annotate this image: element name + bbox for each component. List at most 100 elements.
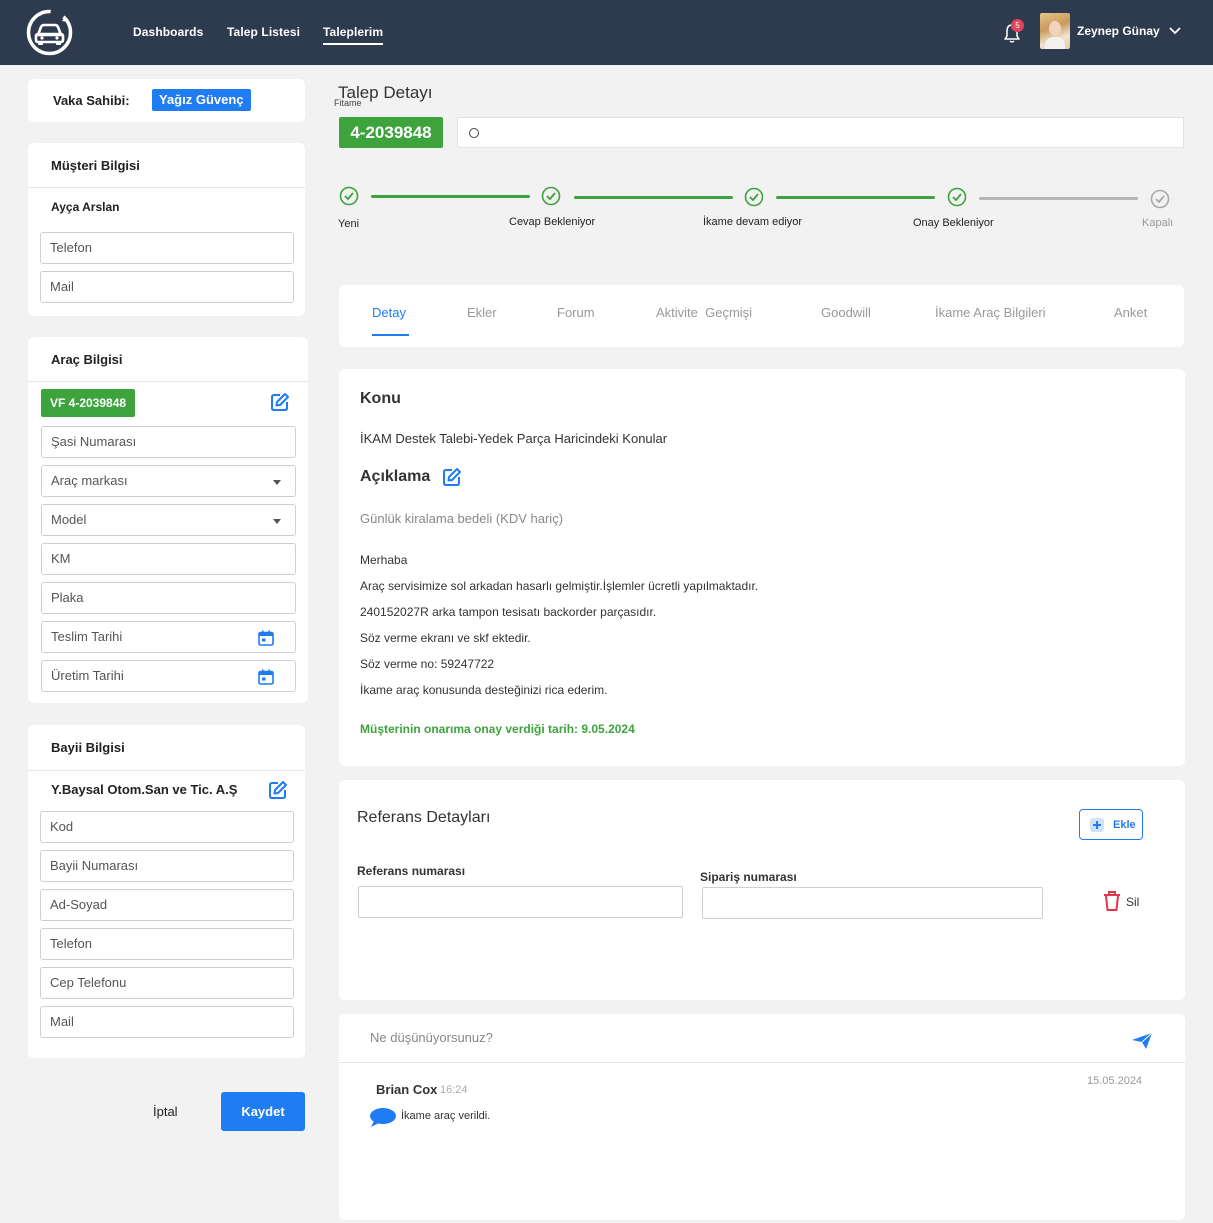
nav-talep-listesi[interactable]: Talep Listesi <box>227 25 300 39</box>
description-line: 240152027R arka tampon tesisatı backorde… <box>360 605 657 619</box>
case-owner-label: Vaka Sahibi: <box>53 93 130 108</box>
model-select[interactable]: Model <box>41 504 296 536</box>
tab-aktivite-gecmisi[interactable]: Aktivite Geçmişi <box>656 305 752 320</box>
plate-field[interactable]: Plaka <box>41 582 296 614</box>
dealer-title: Bayii Bilgisi <box>51 740 125 755</box>
send-icon[interactable] <box>1131 1032 1153 1050</box>
case-owner-badge: Yağız Güvenç <box>152 89 251 111</box>
comments-card: Ne düşünüyorsunuz? Brian Cox 16:24 15.05… <box>339 1014 1185 1220</box>
subject-title: Konu <box>360 390 401 407</box>
edit-icon[interactable] <box>268 780 288 800</box>
divider <box>28 770 305 771</box>
step-done-icon <box>541 186 561 206</box>
dealer-name: Y.Baysal Otom.San ve Tic. A.Ş <box>51 782 238 797</box>
ticket-search-bar[interactable] <box>457 117 1184 148</box>
comment-date: 15.05.2024 <box>1087 1075 1143 1087</box>
chevron-down-icon[interactable] <box>1168 26 1182 36</box>
description-hint: Günlük kiralama bedeli (KDV hariç) <box>360 511 564 526</box>
step-pending-icon <box>1150 189 1170 209</box>
step-label-yeni: Yeni <box>338 218 360 230</box>
vehicle-brand-select[interactable]: Araç markası <box>41 465 296 497</box>
active-tab-indicator <box>372 334 409 336</box>
delivery-date-placeholder: Teslim Tarihi <box>51 629 123 644</box>
notification-badge: 5 <box>1011 19 1024 32</box>
comment-author: Brian Cox <box>376 1082 438 1097</box>
dealer-mobile-field[interactable]: Cep Telefonu <box>40 967 294 999</box>
calendar-icon[interactable] <box>258 669 274 685</box>
divider <box>339 1062 1185 1063</box>
production-date-field[interactable]: Üretim Tarihi <box>41 660 296 692</box>
dealer-fullname-field[interactable]: Ad-Soyad <box>40 889 294 921</box>
approval-date: Müşterinin onarıma onay verdiği tarih: 9… <box>360 722 635 736</box>
delivery-date-field[interactable]: Teslim Tarihi <box>41 621 296 653</box>
description-line: İkame araç konusunda desteğinizi rica ed… <box>360 683 608 697</box>
nav-taleplerim[interactable]: Taleplerim <box>323 25 384 45</box>
customer-mail-field[interactable]: Mail <box>40 271 294 303</box>
references-card: Referans Detayları Ekle Referans numaras… <box>339 780 1185 1000</box>
tab-goodwill[interactable]: Goodwill <box>821 305 871 320</box>
detail-tabs: Detay Ekler Forum Aktivite Geçmişi Goodw… <box>339 285 1184 347</box>
tab-detay[interactable]: Detay <box>372 305 406 320</box>
dropdown-caret-icon <box>273 519 281 524</box>
chassis-number-field[interactable]: Şasi Numarası <box>41 426 296 458</box>
top-navbar: Dashboards Talep Listesi Taleplerim 5 Ze… <box>0 0 1213 65</box>
circle-icon <box>469 128 479 138</box>
tab-forum[interactable]: Forum <box>557 305 595 320</box>
description-line: Söz verme no: 59247722 <box>360 657 495 671</box>
references-title: Referans Detayları <box>357 809 491 826</box>
description-line: Söz verme ekranı ve skf ektedir. <box>360 631 531 645</box>
progress-line <box>574 196 733 199</box>
user-name[interactable]: Zeynep Günay <box>1077 24 1160 38</box>
description-line: Araç servisimize sol arkadan hasarlı gel… <box>360 579 759 593</box>
user-avatar[interactable] <box>1040 13 1070 49</box>
delete-reference-button[interactable]: Sil <box>1126 895 1139 909</box>
trash-icon[interactable] <box>1102 890 1122 912</box>
dealer-mail-field[interactable]: Mail <box>40 1006 294 1038</box>
reference-number-label: Referans numarası <box>357 864 466 878</box>
tab-ikame-arac-bilgileri[interactable]: İkame Araç Bilgileri <box>935 305 1046 320</box>
description-title: Açıklama <box>360 468 431 485</box>
comment-text: İkame araç verildi. <box>401 1110 491 1122</box>
cancel-button[interactable]: İptal <box>153 1104 178 1119</box>
customer-name: Ayça Arslan <box>51 200 120 214</box>
chat-bubble-icon <box>370 1108 396 1127</box>
step-label-ikame-devam: İkame devam ediyor <box>703 216 803 228</box>
plus-icon <box>1090 818 1104 832</box>
dealer-number-field[interactable]: Bayii Numarası <box>40 850 294 882</box>
page-subtitle: Fitame <box>334 98 362 108</box>
km-field[interactable]: KM <box>41 543 296 575</box>
edit-icon[interactable] <box>442 467 462 487</box>
nav-dashboards[interactable]: Dashboards <box>133 25 203 39</box>
dropdown-caret-icon <box>273 480 281 485</box>
step-label-onay-bekleniyor: Onay Bekleniyor <box>913 217 994 229</box>
step-done-icon <box>947 187 967 207</box>
progress-line <box>979 197 1138 200</box>
step-label-cevap-bekleniyor: Cevap Bekleniyor <box>509 216 596 228</box>
description-line: Merhaba <box>360 553 408 567</box>
production-date-placeholder: Üretim Tarihi <box>51 668 124 683</box>
tab-anket[interactable]: Anket <box>1114 305 1147 320</box>
vehicle-title: Araç Bilgisi <box>51 352 123 367</box>
comment-input[interactable]: Ne düşünüyorsunuz? <box>370 1030 493 1045</box>
calendar-icon[interactable] <box>258 630 274 646</box>
add-reference-button[interactable]: Ekle <box>1079 809 1143 840</box>
dealer-phone-field[interactable]: Telefon <box>40 928 294 960</box>
tab-ekler[interactable]: Ekler <box>467 305 497 320</box>
dealer-code-field[interactable]: Kod <box>40 811 294 843</box>
order-number-label: Sipariş numarası <box>700 870 797 884</box>
model-value: Model <box>51 512 87 527</box>
add-reference-label: Ekle <box>1113 819 1136 831</box>
dealer-card: Bayii Bilgisi Y.Baysal Otom.San ve Tic. … <box>28 725 305 1058</box>
progress-line <box>776 196 935 199</box>
comment-time: 16:24 <box>440 1084 468 1096</box>
subject-text: İKAM Destek Talebi-Yedek Parça Haricinde… <box>360 431 668 446</box>
save-button[interactable]: Kaydet <box>221 1092 305 1131</box>
progress-line <box>371 195 530 198</box>
customer-phone-field[interactable]: Telefon <box>40 232 294 264</box>
reference-number-input[interactable] <box>358 886 683 918</box>
step-done-icon <box>744 187 764 207</box>
order-number-input[interactable] <box>702 887 1043 919</box>
vehicle-id-badge: VF 4-2039848 <box>41 389 136 417</box>
edit-icon[interactable] <box>270 392 290 412</box>
car-service-logo-icon[interactable] <box>25 8 74 57</box>
